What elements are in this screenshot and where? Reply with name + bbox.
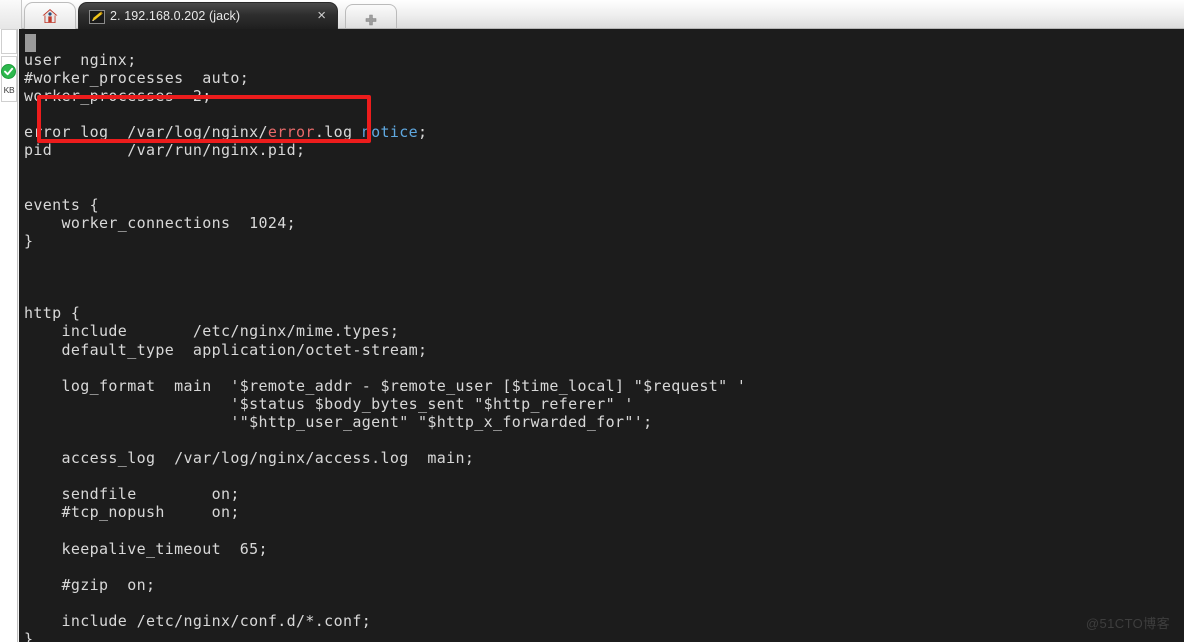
terminal-text: notice (361, 123, 419, 142)
home-icon (41, 7, 59, 25)
tab-session-192-168-0-202[interactable]: 2. 192.168.0.202 (jack) × (78, 2, 338, 29)
terminal-line: events { (24, 196, 746, 214)
terminal-text: pid /var/run/nginx.pid; (24, 141, 306, 160)
tab-bar-left-ledge (0, 0, 22, 29)
terminal-line: '$status $body_bytes_sent "$http_referer… (24, 395, 746, 413)
terminal-line: '"$http_user_agent" "$http_x_forwarded_f… (24, 413, 746, 431)
terminal-line: worker_connections 1024; (24, 214, 746, 232)
terminal-text: include /etc/nginx/conf.d/*.conf; (24, 611, 372, 630)
close-icon[interactable]: × (314, 8, 329, 25)
app-window: 2. 192.168.0.202 (jack) × KB user nginx; (0, 0, 1184, 642)
terminal-line: #worker_processes auto; (24, 69, 746, 87)
plus-icon (365, 11, 377, 25)
new-tab-button[interactable] (345, 4, 397, 28)
terminal-text: access_log /var/log/nginx/access.log mai… (24, 449, 475, 468)
tab-home[interactable] (24, 2, 76, 29)
sidebar-kb-label: KB (3, 85, 15, 95)
terminal-text: worker_connections 1024; (24, 213, 297, 232)
terminal-line: error_log /var/log/nginx/error.log notic… (24, 123, 746, 141)
tab-bar: 2. 192.168.0.202 (jack) × (0, 0, 1184, 29)
terminal-text: '$status $body_bytes_sent "$http_referer… (24, 394, 634, 413)
terminal-text: '"$http_user_agent" "$http_x_forwarded_f… (24, 412, 653, 431)
terminal-text: #tcp_nopush on; (24, 503, 240, 522)
terminal-text: .log (314, 123, 362, 142)
terminal-line: #gzip on; (24, 576, 746, 594)
sidebar-panel-top (1, 29, 17, 54)
terminal-line: access_log /var/log/nginx/access.log mai… (24, 449, 746, 467)
terminal-text: #worker_processes auto; (24, 69, 250, 88)
terminal-line: user nginx; (24, 51, 746, 69)
pencil-icon (89, 9, 105, 24)
watermark: @51CTO博客 (1085, 616, 1170, 631)
terminal-text: worker_processes 2; (24, 87, 212, 106)
green-check-icon (1, 64, 16, 79)
terminal-line: log_format main '$remote_addr - $remote_… (24, 377, 746, 395)
terminal-line: } (24, 232, 746, 250)
terminal-line: http { (24, 304, 746, 322)
terminal-line: } (24, 630, 746, 642)
terminal-line: pid /var/run/nginx.pid; (24, 141, 746, 159)
terminal-text: } (24, 630, 34, 642)
terminal-cursor (25, 34, 36, 52)
terminal-text: keepalive_timeout 65; (24, 539, 268, 558)
terminal-text: events { (24, 195, 100, 214)
terminal-text: error_log /var/log/nginx/ (24, 123, 268, 142)
terminal-text: ; (418, 123, 428, 142)
terminal-line: sendfile on; (24, 485, 746, 503)
nginx-config-text: user nginx; #worker_processes auto; worker… (24, 51, 746, 642)
terminal-text: } (24, 231, 34, 250)
tab-session-label: 2. 192.168.0.202 (jack) (110, 9, 241, 23)
terminal-text: user nginx; (24, 51, 137, 69)
terminal-line: include /etc/nginx/conf.d/*.conf; (24, 612, 746, 630)
terminal-text: http { (24, 304, 81, 323)
terminal-line: default_type application/octet-stream; (24, 341, 746, 359)
terminal-text: include /etc/nginx/mime.types; (24, 322, 400, 341)
terminal-text: #gzip on; (24, 575, 156, 594)
terminal-text: log_format main '$remote_addr - $remote_… (24, 376, 747, 395)
terminal-text: error (267, 123, 315, 142)
terminal-line: #tcp_nopush on; (24, 503, 746, 521)
terminal-text: default_type application/octet-stream; (24, 340, 428, 359)
terminal-line: keepalive_timeout 65; (24, 540, 746, 558)
terminal-line: include /etc/nginx/mime.types; (24, 322, 746, 340)
terminal-line: worker_processes 2; (24, 87, 746, 105)
terminal-text: sendfile on; (24, 485, 240, 504)
terminal-pane[interactable]: user nginx; #worker_processes auto; worker… (19, 29, 1184, 642)
left-sidebar: KB (0, 29, 18, 642)
